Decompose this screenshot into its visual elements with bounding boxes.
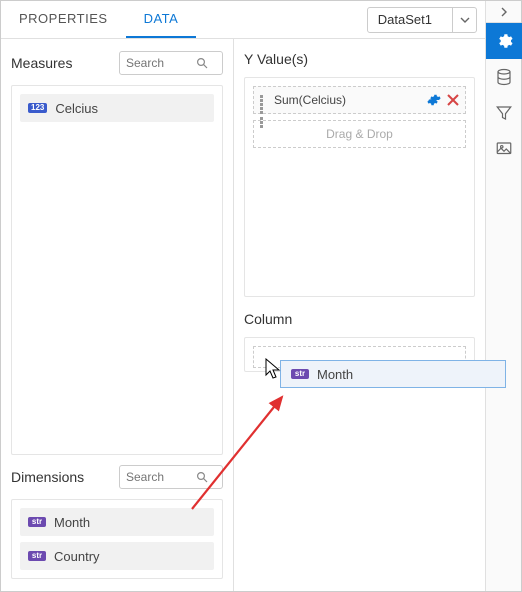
dimension-pill[interactable]: str Month xyxy=(20,508,214,536)
rail-settings-button[interactable] xyxy=(486,23,522,59)
remove-icon[interactable] xyxy=(447,94,459,106)
tab-data[interactable]: DATA xyxy=(126,1,197,38)
number-type-icon: 123 xyxy=(28,103,47,113)
string-type-icon: str xyxy=(28,517,46,527)
dimension-pill[interactable]: str Country xyxy=(20,542,214,570)
drop-hint[interactable]: Drag & Drop xyxy=(253,120,466,148)
fields-panel: Measures 123 Celcius Dimensions xyxy=(1,39,234,591)
rail-filter-button[interactable] xyxy=(486,95,522,131)
yvalues-title: Y Value(s) xyxy=(244,51,475,67)
bindings-panel: Y Value(s) Sum(Celcius) xyxy=(234,39,485,591)
right-rail xyxy=(485,1,521,591)
dataset-name: DataSet1 xyxy=(368,12,452,27)
rail-data-button[interactable] xyxy=(486,59,522,95)
gear-icon[interactable] xyxy=(427,93,441,107)
tabs: PROPERTIES DATA xyxy=(1,1,196,38)
measures-search-input[interactable] xyxy=(126,56,196,70)
drag-handle-icon[interactable] xyxy=(260,95,268,106)
drag-ghost-label: Month xyxy=(317,367,353,382)
yvalue-label: Sum(Celcius) xyxy=(274,93,421,107)
chevron-down-icon[interactable] xyxy=(452,8,476,32)
search-icon xyxy=(196,57,208,69)
column-title: Column xyxy=(244,311,475,327)
measure-pill[interactable]: 123 Celcius xyxy=(20,94,214,122)
search-icon xyxy=(196,471,208,483)
dimensions-search-input[interactable] xyxy=(126,470,196,484)
dimensions-list: str Month str Country xyxy=(11,499,223,579)
dimensions-title: Dimensions xyxy=(11,469,84,485)
string-type-icon: str xyxy=(291,369,309,379)
measures-search[interactable] xyxy=(119,51,223,75)
string-type-icon: str xyxy=(28,551,46,561)
dataset-select[interactable]: DataSet1 xyxy=(367,7,477,33)
drag-ghost-pill: str Month xyxy=(280,360,506,388)
panel-header: PROPERTIES DATA DataSet1 xyxy=(1,1,485,39)
measures-title: Measures xyxy=(11,55,72,71)
tab-properties[interactable]: PROPERTIES xyxy=(1,1,126,38)
rail-image-button[interactable] xyxy=(486,131,522,167)
yvalue-item[interactable]: Sum(Celcius) xyxy=(253,86,466,114)
measure-label: Celcius xyxy=(55,101,98,116)
collapse-rail-button[interactable] xyxy=(486,1,521,23)
yvalues-dropzone[interactable]: Sum(Celcius) Drag & Drop xyxy=(244,77,475,297)
dimension-label: Country xyxy=(54,549,100,564)
dimensions-search[interactable] xyxy=(119,465,223,489)
measures-list: 123 Celcius xyxy=(11,85,223,455)
dimension-label: Month xyxy=(54,515,90,530)
